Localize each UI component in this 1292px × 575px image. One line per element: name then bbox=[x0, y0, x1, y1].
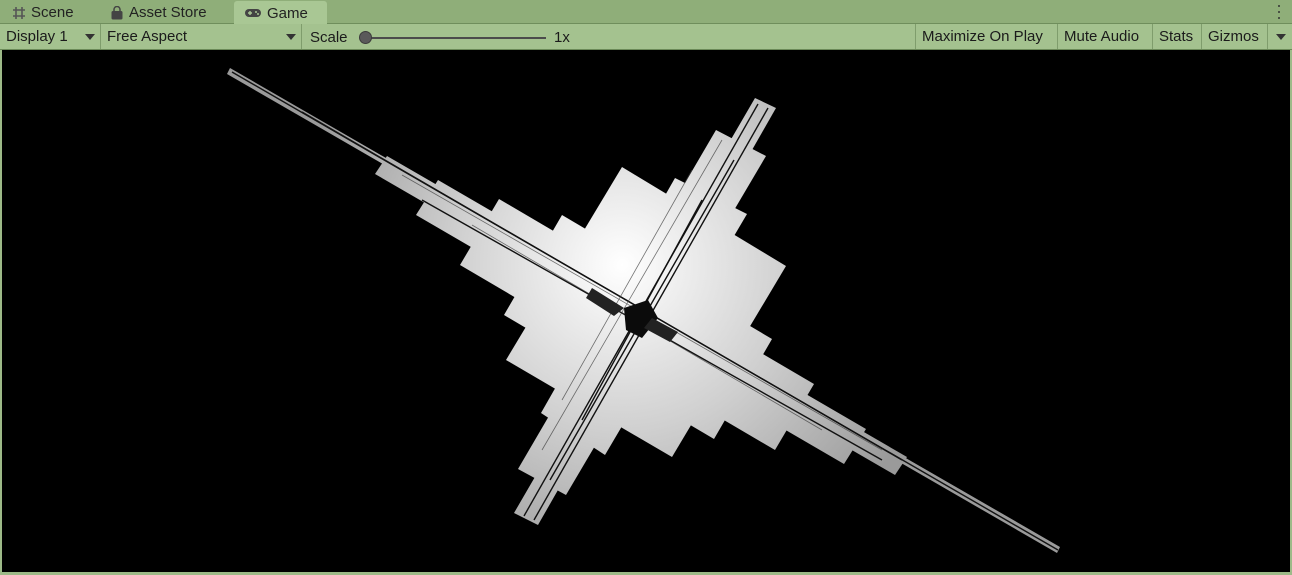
chevron-down-icon bbox=[1276, 34, 1286, 40]
tab-scene[interactable]: Scene bbox=[0, 1, 100, 24]
maximize-on-play-toggle[interactable]: Maximize On Play bbox=[915, 24, 1058, 49]
rendered-cross-object bbox=[227, 68, 1060, 553]
gizmos-dropdown[interactable] bbox=[1268, 24, 1292, 49]
scale-slider-track[interactable] bbox=[362, 37, 546, 39]
chevron-down-icon bbox=[286, 34, 296, 40]
gamepad-icon bbox=[244, 6, 262, 20]
maximize-on-play-label: Maximize On Play bbox=[922, 28, 1043, 45]
tab-label: Scene bbox=[31, 4, 74, 21]
kebab-menu-icon[interactable] bbox=[1276, 4, 1282, 20]
aspect-dropdown[interactable]: Free Aspect bbox=[101, 24, 302, 49]
stats-toggle[interactable]: Stats bbox=[1153, 24, 1202, 49]
stats-label: Stats bbox=[1159, 28, 1194, 45]
chevron-down-icon bbox=[85, 34, 95, 40]
mute-audio-toggle[interactable]: Mute Audio bbox=[1058, 24, 1153, 49]
tab-label: Asset Store bbox=[129, 4, 207, 21]
game-viewport[interactable] bbox=[2, 50, 1290, 572]
scale-value: 1x bbox=[554, 29, 570, 46]
gizmos-toggle[interactable]: Gizmos bbox=[1202, 24, 1268, 49]
tab-game[interactable]: Game bbox=[234, 1, 327, 25]
scale-label: Scale bbox=[310, 29, 348, 46]
gizmos-label: Gizmos bbox=[1208, 28, 1259, 45]
game-view-toolbar: Display 1 Free Aspect Scale Maximize On … bbox=[0, 24, 1292, 50]
aspect-dropdown-label: Free Aspect bbox=[107, 28, 188, 45]
grid-icon bbox=[12, 6, 26, 20]
display-dropdown[interactable]: Display 1 bbox=[0, 24, 101, 49]
scale-slider-thumb[interactable] bbox=[359, 31, 372, 44]
tab-asset-store[interactable]: Asset Store bbox=[98, 1, 234, 24]
mute-audio-label: Mute Audio bbox=[1064, 28, 1140, 45]
bag-icon bbox=[110, 5, 124, 20]
tab-label: Game bbox=[267, 4, 308, 22]
display-dropdown-label: Display 1 bbox=[6, 28, 68, 45]
editor-tab-strip: Scene Asset Store Game bbox=[0, 0, 1292, 25]
